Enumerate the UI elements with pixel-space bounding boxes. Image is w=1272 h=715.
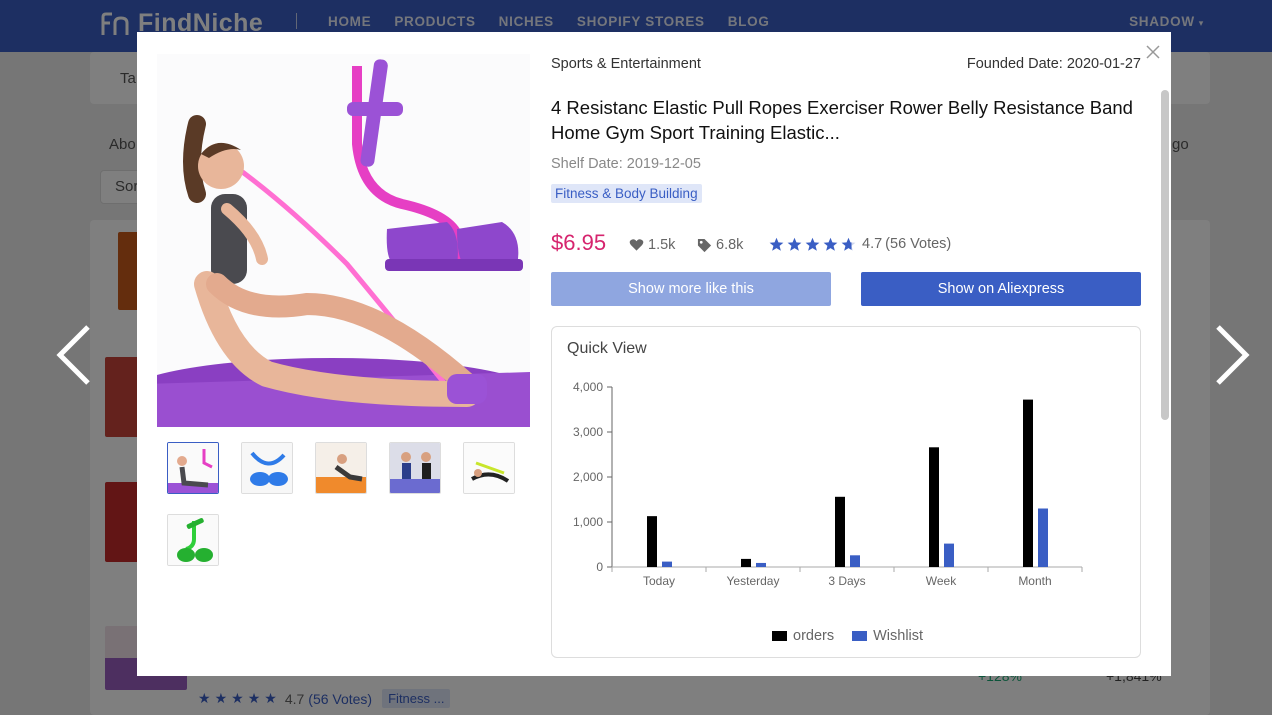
thumbnail-3[interactable] xyxy=(315,442,367,494)
thumbnail-1[interactable] xyxy=(167,442,219,494)
product-title: 4 Resistanc Elastic Pull Ropes Exerciser… xyxy=(551,97,1133,143)
star-icon xyxy=(787,237,802,251)
bar-orders xyxy=(647,516,657,567)
legend-wishlist[interactable]: Wishlist xyxy=(852,628,923,644)
y-tick-label: 3,000 xyxy=(573,425,603,439)
chart-legend: orders Wishlist xyxy=(772,628,923,644)
rating-votes: (56 Votes) xyxy=(885,236,952,252)
thumbnail-image xyxy=(390,443,440,493)
legend-swatch-wishlist xyxy=(852,631,868,641)
rating-value: 4.7 xyxy=(862,236,883,252)
bar-wishlist xyxy=(944,543,954,567)
likes-stat: 1.5k xyxy=(629,237,675,253)
thumbnail-image xyxy=(168,515,218,565)
modal-scrollbar-thumb[interactable] xyxy=(1161,90,1169,420)
founded-date: Founded Date: 2020-01-27 xyxy=(966,56,1141,72)
heart-icon xyxy=(629,239,644,251)
star-icon xyxy=(769,237,784,251)
y-tick-label: 1,000 xyxy=(573,515,603,529)
tag-icon xyxy=(697,238,712,252)
star-icon xyxy=(805,237,820,251)
legend-orders[interactable]: orders xyxy=(772,628,834,644)
product-photo xyxy=(157,54,530,427)
legend-swatch-orders xyxy=(772,631,787,641)
thumbnail-image xyxy=(464,443,514,493)
x-tick-label: Month xyxy=(1018,574,1051,588)
y-tick-label: 0 xyxy=(596,560,603,574)
y-tick-label: 2,000 xyxy=(573,470,603,484)
y-tick-label: 4,000 xyxy=(573,380,603,394)
show-more-like-this-button[interactable]: Show more like this xyxy=(551,272,831,306)
shelf-date: Shelf Date: 2019-12-05 xyxy=(551,156,701,172)
tags-stat: 6.8k xyxy=(697,237,743,253)
quick-view-panel: Quick View 0 1,000 2,000 3,000 4,000 Today Yes… xyxy=(551,326,1141,658)
thumbnail-image xyxy=(242,443,292,493)
x-tick-label: Today xyxy=(643,574,675,588)
x-tick-label: Week xyxy=(926,574,957,588)
product-rating: 4.7 (56 Votes) xyxy=(769,236,951,252)
product-niche-tag[interactable]: Fitness & Body Building xyxy=(551,184,702,203)
bar-wishlist xyxy=(850,555,860,567)
legend-label-wishlist: Wishlist xyxy=(873,628,924,644)
thumbnail-2[interactable] xyxy=(241,442,293,494)
bar-wishlist xyxy=(1038,508,1048,567)
x-tick-label: 3 Days xyxy=(828,574,865,588)
thumbnail-image xyxy=(168,443,218,493)
bar-orders xyxy=(835,496,845,567)
bar-wishlist xyxy=(662,561,672,567)
x-tick-label: Yesterday xyxy=(727,574,780,588)
next-arrow-icon[interactable] xyxy=(1212,323,1252,387)
thumbnail-image xyxy=(316,443,366,493)
show-on-aliexpress-button[interactable]: Show on Aliexpress xyxy=(861,272,1141,306)
thumbnail-4[interactable] xyxy=(389,442,441,494)
rating-stars xyxy=(769,237,856,252)
product-main-image[interactable] xyxy=(157,54,530,427)
star-icon xyxy=(823,237,838,251)
bar-orders xyxy=(929,447,939,567)
thumbnail-6[interactable] xyxy=(167,514,219,566)
previous-arrow-icon[interactable] xyxy=(54,323,94,387)
product-price: $6.95 xyxy=(551,230,607,255)
thumbnail-5[interactable] xyxy=(463,442,515,494)
bar-orders xyxy=(1023,399,1033,567)
likes-count: 1.5k xyxy=(648,237,676,253)
product-category: Sports & Entertainment xyxy=(551,56,701,72)
quick-view-bar-chart: 0 1,000 2,000 3,000 4,000 Today Yesterday 3 Day… xyxy=(573,380,1083,588)
legend-label-orders: orders xyxy=(793,628,835,644)
close-icon[interactable] xyxy=(1145,44,1161,60)
star-half-icon xyxy=(841,237,856,251)
tags-count: 6.8k xyxy=(716,237,744,253)
product-detail-modal: Sports & Entertainment Founded Date: 202… xyxy=(137,32,1171,676)
bar-orders xyxy=(741,558,751,567)
bar-wishlist xyxy=(756,562,766,567)
